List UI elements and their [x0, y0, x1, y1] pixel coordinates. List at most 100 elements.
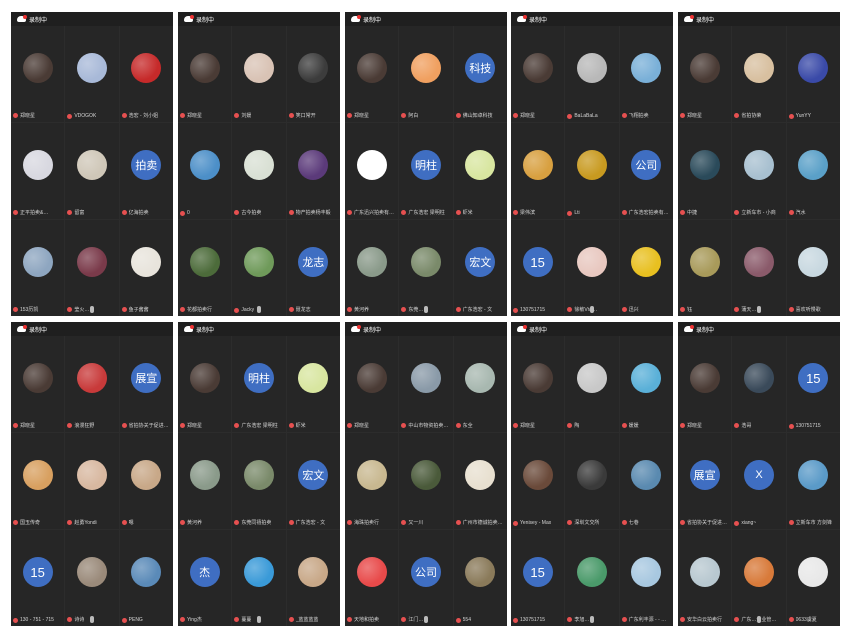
- participant-tile[interactable]: 郑晓星: [11, 26, 65, 122]
- participant-tile[interactable]: 虾米: [453, 123, 507, 219]
- participant-tile[interactable]: 东全: [453, 336, 507, 432]
- participant-tile[interactable]: 安华白云拍卖行: [678, 530, 732, 626]
- participant-tile[interactable]: YunYY: [786, 26, 840, 122]
- participant-tile[interactable]: 郑晓星: [178, 26, 232, 122]
- participant-tile[interactable]: BaLaBaLa: [565, 26, 619, 122]
- participant-tile[interactable]: 郑晓星: [511, 26, 565, 122]
- participant-tile[interactable]: 15 130751715: [511, 530, 565, 626]
- participant-tile[interactable]: 陶: [565, 336, 619, 432]
- participant-tile[interactable]: 莹火…: [65, 220, 119, 316]
- microphone-icon[interactable]: [423, 306, 428, 313]
- participant-tile[interactable]: 天地和拍卖: [345, 530, 399, 626]
- microphone-icon[interactable]: [256, 306, 261, 313]
- participant-tile[interactable]: 留富: [65, 123, 119, 219]
- microphone-icon[interactable]: [756, 306, 761, 313]
- participant-tile[interactable]: 0: [178, 123, 232, 219]
- participant-tile[interactable]: 钰: [678, 220, 732, 316]
- participant-tile[interactable]: 古今拍卖: [232, 123, 286, 219]
- participant-tile[interactable]: Jacky: [232, 220, 286, 316]
- participant-tile[interactable]: Xxiang~: [732, 433, 786, 529]
- participant-tile[interactable]: 立新车市 - 小商: [732, 123, 786, 219]
- participant-tile[interactable]: 15 130751715: [786, 336, 840, 432]
- participant-tile[interactable]: 喜欢听慢歌: [786, 220, 840, 316]
- participant-tile[interactable]: 李旭…: [565, 530, 619, 626]
- participant-tile[interactable]: 科技 佛山知卓科技: [453, 26, 507, 122]
- participant-tile[interactable]: 东莞同禧拍卖: [232, 433, 286, 529]
- microphone-icon[interactable]: [756, 616, 761, 623]
- participant-tile[interactable]: 省拍协荣: [732, 26, 786, 122]
- microphone-icon[interactable]: [89, 306, 94, 313]
- participant-tile[interactable]: 展宣 省拍协关于促进…: [119, 336, 173, 432]
- participant-tile[interactable]: 黄河养: [178, 433, 232, 529]
- microphone-icon[interactable]: [256, 616, 261, 623]
- participant-tile[interactable]: 海珠拍卖行: [345, 433, 399, 529]
- participant-tile[interactable]: 广东迅兴拍卖有…: [345, 123, 399, 219]
- participant-tile[interactable]: 公司 广东浩宏拍卖有…: [619, 123, 673, 219]
- participant-tile[interactable]: 飞翔拍卖: [619, 26, 673, 122]
- participant-tile[interactable]: 郑晓星: [511, 336, 565, 432]
- participant-tile[interactable]: VDOGOK: [65, 26, 119, 122]
- participant-tile[interactable]: 广东…企业管…: [732, 530, 786, 626]
- participant-tile[interactable]: 郑晓星: [11, 336, 65, 432]
- participant-tile[interactable]: 媛媛: [619, 336, 673, 432]
- participant-tile[interactable]: 诗诗: [65, 530, 119, 626]
- participant-tile[interactable]: 鱼子酱酱: [119, 220, 173, 316]
- participant-tile[interactable]: 梁伟滨: [511, 123, 565, 219]
- participant-tile[interactable]: 蒲天…: [732, 220, 786, 316]
- participant-tile[interactable]: 蔓蔓: [232, 530, 286, 626]
- participant-tile[interactable]: 徐敏Vivi…: [565, 220, 619, 316]
- participant-tile[interactable]: 七巷: [619, 433, 673, 529]
- participant-tile[interactable]: 中山市物资拍卖…: [399, 336, 453, 432]
- participant-tile[interactable]: Lti: [565, 123, 619, 219]
- participant-tile[interactable]: 又一川: [399, 433, 453, 529]
- participant-tile[interactable]: 展宣 省拍协关于促进…: [678, 433, 732, 529]
- participant-tile[interactable]: 汽水: [786, 123, 840, 219]
- participant-tile[interactable]: 中捷: [678, 123, 732, 219]
- participant-tile[interactable]: 龙志 聂龙志: [286, 220, 340, 316]
- participant-tile[interactable]: 刘媛: [232, 26, 286, 122]
- participant-tile[interactable]: 广州市德诚拍卖…: [453, 433, 507, 529]
- participant-tile[interactable]: 554: [453, 530, 507, 626]
- participant-tile[interactable]: 迅兴: [619, 220, 673, 316]
- participant-tile[interactable]: 虾米: [286, 336, 340, 432]
- participant-tile[interactable]: 郑晓星: [678, 336, 732, 432]
- participant-tile[interactable]: 立新车市 方剑锋: [786, 433, 840, 529]
- participant-tile[interactable]: 0633虞夏: [786, 530, 840, 626]
- microphone-icon[interactable]: [89, 616, 94, 623]
- participant-tile[interactable]: 明柱 广东浩宏 梁明柱: [399, 123, 453, 219]
- participant-tile[interactable]: PENG: [119, 530, 173, 626]
- participant-tile[interactable]: 浩哥: [732, 336, 786, 432]
- participant-tile[interactable]: 郑晓星: [345, 26, 399, 122]
- participant-tile[interactable]: 15 130751715: [511, 220, 565, 316]
- microphone-icon[interactable]: [589, 616, 594, 623]
- participant-tile[interactable]: 宏文 广东浩宏 - 文: [453, 220, 507, 316]
- participant-tile[interactable]: Yenisey - Max: [511, 433, 565, 529]
- participant-tile[interactable]: 黄河养: [345, 220, 399, 316]
- participant-tile[interactable]: 拍卖 亿海拍卖: [119, 123, 173, 219]
- participant-tile[interactable]: 阿白: [399, 26, 453, 122]
- microphone-icon[interactable]: [423, 616, 428, 623]
- participant-tile[interactable]: 东莞…: [399, 220, 453, 316]
- participant-tile[interactable]: _蓝蓝蓝蓝: [286, 530, 340, 626]
- participant-tile[interactable]: 杰 Ying杰: [178, 530, 232, 626]
- participant-tile[interactable]: 公司 江门…: [399, 530, 453, 626]
- participant-tile[interactable]: 花都拍卖行: [178, 220, 232, 316]
- participant-tile[interactable]: 嗯: [119, 433, 173, 529]
- participant-tile[interactable]: 郑晓星: [678, 26, 732, 122]
- participant-tile[interactable]: 15 130 - 751 - 715: [11, 530, 65, 626]
- participant-tile[interactable]: 153历凯: [11, 220, 65, 316]
- participant-tile[interactable]: 浪漫狂野: [65, 336, 119, 432]
- participant-tile[interactable]: 郑晓星: [178, 336, 232, 432]
- participant-tile[interactable]: 正平拍卖&…: [11, 123, 65, 219]
- participant-tile[interactable]: 赵勇Yondi: [65, 433, 119, 529]
- microphone-icon[interactable]: [589, 306, 594, 313]
- participant-tile[interactable]: 笑口常开: [286, 26, 340, 122]
- participant-tile[interactable]: 宏文 广东浩宏 - 文: [286, 433, 340, 529]
- participant-tile[interactable]: 广东利丰源 - - 刘敏: [619, 530, 673, 626]
- participant-tile[interactable]: 明柱 广东浩宏 梁明柱: [232, 336, 286, 432]
- participant-tile[interactable]: 浩宏 - 刘小姐: [119, 26, 173, 122]
- participant-tile[interactable]: 国玉传奇: [11, 433, 65, 529]
- participant-tile[interactable]: 物产拍卖杨丰毅: [286, 123, 340, 219]
- participant-tile[interactable]: 郑晓星: [345, 336, 399, 432]
- participant-tile[interactable]: 深圳文交所: [565, 433, 619, 529]
